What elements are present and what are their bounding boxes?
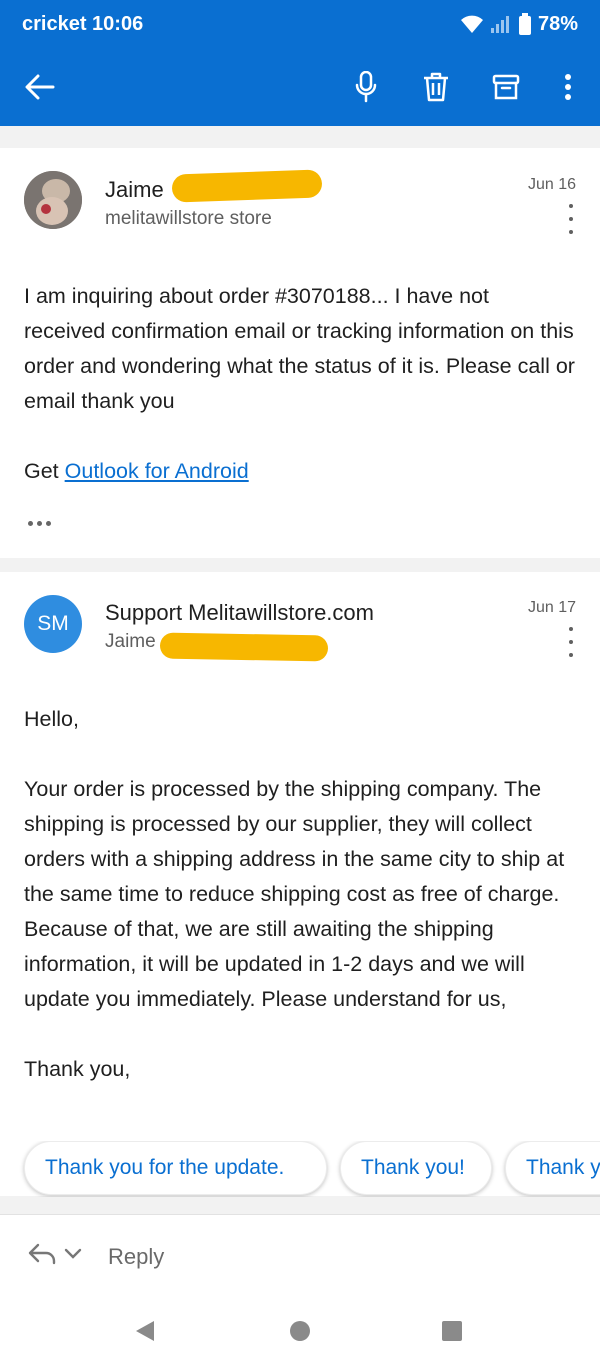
circle-home-icon — [290, 1321, 310, 1341]
status-bar: cricket 10:06 78% — [0, 0, 600, 48]
back-button[interactable] — [12, 48, 68, 126]
quick-replies: Thank you for the update. Thank you! Tha… — [0, 1141, 600, 1197]
divider — [0, 558, 600, 572]
more-vertical-icon — [565, 74, 571, 100]
avatar-photo-icon — [24, 171, 82, 229]
outlook-for-android-link[interactable]: Outlook for Android — [65, 459, 249, 483]
quick-reply-chip[interactable]: Thank you — [505, 1141, 600, 1195]
message-footer: Get Outlook for Android — [24, 454, 576, 489]
redaction-mark — [159, 632, 329, 662]
quick-reply-chip[interactable]: Thank you for the update. — [24, 1141, 327, 1195]
archive-button[interactable] — [478, 48, 534, 126]
signal-icon — [490, 16, 509, 33]
recipient-name: Jaime — [105, 631, 156, 652]
recipient-name: melitawillstore store — [105, 208, 272, 229]
redaction-mark — [171, 169, 323, 203]
chevron-down-icon — [64, 1248, 82, 1259]
trash-icon — [424, 72, 448, 102]
dictate-button[interactable] — [338, 48, 394, 126]
message-body: Hello, Your order is processed by the sh… — [24, 702, 576, 1087]
divider — [0, 126, 600, 148]
message-paragraph: Your order is processed by the shipping … — [24, 777, 565, 1011]
avatar[interactable] — [24, 171, 82, 229]
carrier-time: cricket 10:06 — [22, 12, 144, 35]
reply-bar: Reply — [0, 1214, 600, 1300]
delete-button[interactable] — [408, 48, 464, 126]
show-quoted-text-button[interactable] — [28, 521, 51, 526]
message-card: Jaime melitawillstore store Jun 16 I am … — [0, 148, 600, 558]
battery-level: 78% — [537, 12, 578, 35]
avatar[interactable]: SM — [24, 595, 82, 653]
system-nav-bar — [0, 1300, 600, 1366]
triangle-back-icon — [136, 1321, 154, 1341]
message-closing: Thank you, — [24, 1057, 131, 1081]
message-date: Jun 17 — [527, 599, 576, 616]
nav-back-button[interactable] — [132, 1318, 158, 1349]
footer-prefix: Get — [24, 459, 65, 483]
arrow-left-icon — [25, 74, 55, 100]
square-recents-icon — [442, 1321, 462, 1341]
message-date: Jun 16 — [527, 176, 576, 193]
message-options-button[interactable] — [564, 204, 578, 234]
reply-button[interactable]: Reply — [108, 1244, 164, 1270]
sender-name: Support Melitawillstore.com — [105, 600, 374, 625]
message-paragraph: I am inquiring about order #3070188... I… — [24, 284, 575, 413]
nav-recents-button[interactable] — [441, 1320, 463, 1347]
nav-home-button[interactable] — [289, 1320, 311, 1347]
message-body: I am inquiring about order #3070188... I… — [24, 279, 576, 489]
quick-reply-chip[interactable]: Thank you! — [340, 1141, 492, 1195]
microphone-icon — [355, 71, 377, 103]
sender-name: Jaime — [105, 177, 164, 202]
wifi-icon — [460, 15, 483, 33]
message-options-button[interactable] — [564, 627, 578, 657]
status-icons: 78% — [460, 13, 578, 36]
message-toolbar — [0, 48, 600, 126]
message-card: SM Support Melitawillstore.com Jaime Jun… — [0, 572, 600, 1196]
reply-icon — [28, 1243, 56, 1265]
divider — [0, 1196, 600, 1214]
archive-icon — [492, 74, 520, 100]
battery-icon — [518, 13, 531, 35]
reply-type-selector[interactable] — [28, 1243, 82, 1265]
more-options-button[interactable] — [540, 48, 596, 126]
message-greeting: Hello, — [24, 707, 79, 731]
